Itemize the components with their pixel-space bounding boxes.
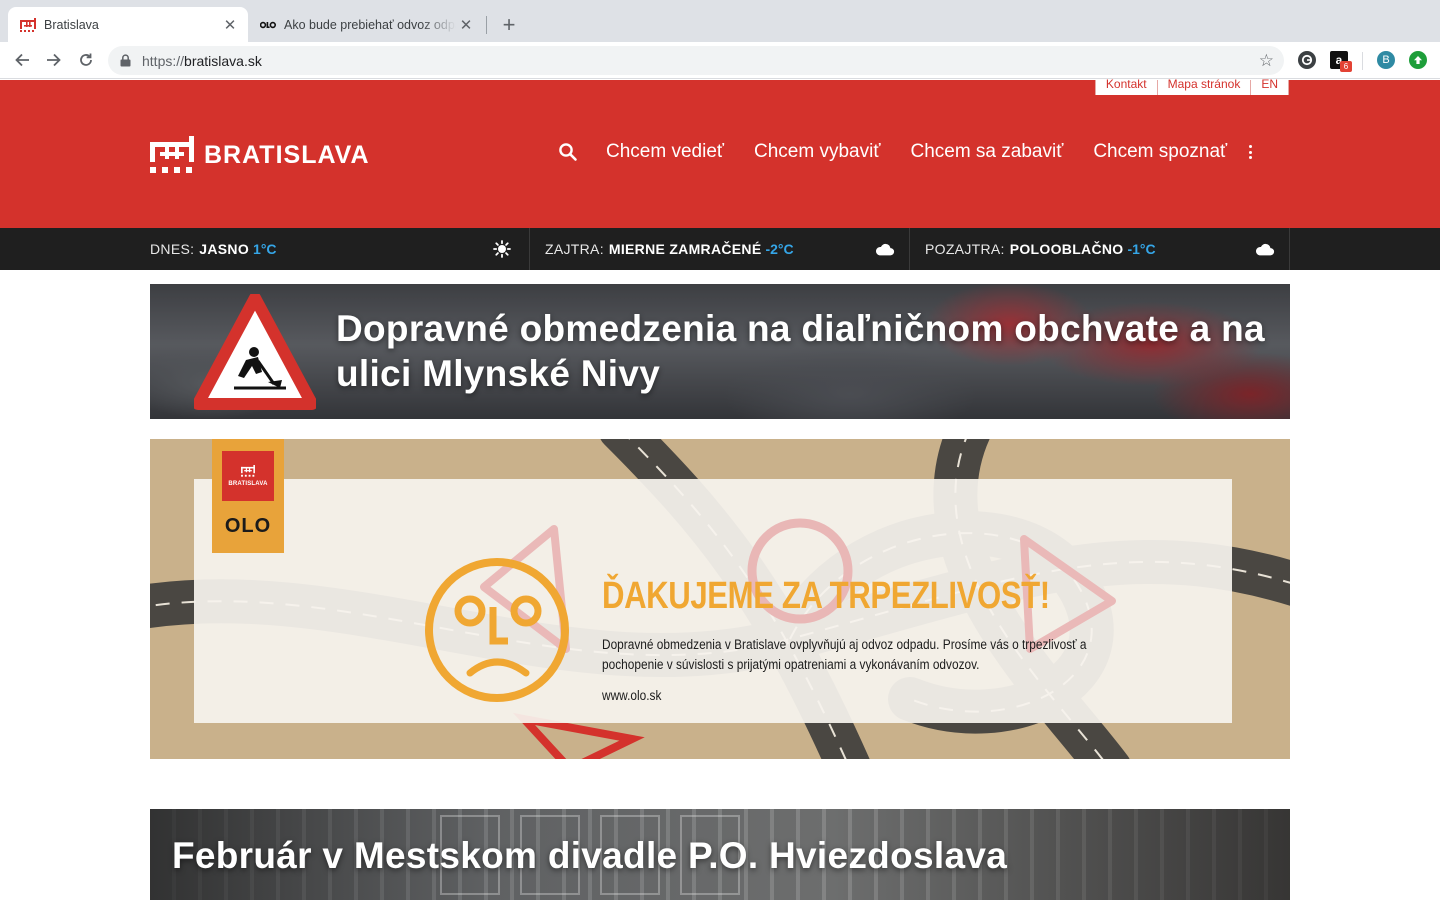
bookmark-star-icon[interactable]: ☆ bbox=[1259, 51, 1274, 71]
url-text: https://bratislava.sk bbox=[142, 52, 262, 69]
olo-favicon-icon bbox=[260, 17, 276, 33]
nav-chcem-vybavit[interactable]: Chcem vybaviť bbox=[754, 141, 880, 163]
weather-condition: JASNO bbox=[199, 241, 250, 257]
roadwork-sign-icon bbox=[194, 294, 316, 410]
link-kontakt[interactable]: Kontakt bbox=[1094, 78, 1157, 95]
weather-divider bbox=[1289, 228, 1290, 270]
olo-url[interactable]: www.olo.sk bbox=[602, 688, 661, 703]
olo-sad-face-icon bbox=[425, 558, 569, 702]
weather-temperature: 1°C bbox=[253, 241, 277, 257]
bratislava-logo-icon bbox=[241, 465, 255, 477]
nav-chcem-spoznat[interactable]: Chcem spoznať bbox=[1093, 141, 1227, 163]
weather-label: POZAJTRA: bbox=[925, 241, 1005, 257]
weather-bar: DNES: JASNO 1°C ZAJTRA: MIERNE ZAMRAČENÉ… bbox=[0, 228, 1440, 270]
nav-chcem-sa-zabavit[interactable]: Chcem sa zabaviť bbox=[910, 141, 1063, 163]
logo-text: BRATISLAVA bbox=[204, 140, 370, 169]
tab-title: Ako bude prebiehať odvoz odpadu bbox=[284, 17, 456, 32]
weather-label: ZAJTRA: bbox=[545, 241, 604, 257]
cloud-icon bbox=[875, 243, 895, 256]
traffic-banner[interactable]: Dopravné obmedzenia na diaľničnom obchva… bbox=[150, 284, 1290, 419]
link-mapa-stranok[interactable]: Mapa stránok bbox=[1156, 78, 1251, 95]
tab-close-icon[interactable]: ✕ bbox=[456, 15, 476, 35]
weather-condition: POLOOBLAČNO bbox=[1009, 241, 1124, 257]
tab-close-icon[interactable]: ✕ bbox=[220, 15, 240, 35]
forward-arrow-icon[interactable] bbox=[42, 48, 66, 72]
new-tab-icon[interactable]: + bbox=[496, 12, 522, 38]
theatre-headline: Február v Mestskom divadle P.O. Hviezdos… bbox=[172, 835, 1008, 876]
lock-icon[interactable] bbox=[120, 54, 132, 68]
olo-message-card: ĎAKUJEME ZA TRPEZLIVOSŤ! Dopravné obmedz… bbox=[194, 479, 1232, 723]
nav-chcem-vediet[interactable]: Chcem vedieť bbox=[606, 141, 724, 163]
grammarly-extension-icon[interactable] bbox=[1298, 51, 1316, 69]
sun-icon bbox=[493, 240, 511, 258]
olo-banner[interactable]: ĎAKUJEME ZA TRPEZLIVOSŤ! Dopravné obmedz… bbox=[150, 439, 1290, 759]
weather-label: DNES: bbox=[150, 241, 195, 257]
weather-today: DNES: JASNO 1°C bbox=[150, 228, 512, 270]
main-navigation: Chcem vedieť Chcem vybaviť Chcem sa zaba… bbox=[558, 141, 1253, 163]
traffic-headline: Dopravné obmedzenia na diaľničnom obchva… bbox=[336, 308, 1265, 394]
bratislava-favicon-icon bbox=[20, 17, 36, 33]
tab-separator bbox=[486, 16, 487, 34]
toolbar-separator bbox=[1362, 52, 1363, 70]
utility-links: Kontakt Mapa stránok EN bbox=[1094, 78, 1289, 95]
olo-title: ĎAKUJEME ZA TRPEZLIVOSŤ! bbox=[602, 575, 1050, 617]
update-arrow-icon[interactable] bbox=[1409, 51, 1427, 69]
browser-toolbar: https://bratislava.sk ☆ a 6 B bbox=[0, 42, 1440, 79]
weather-day-after: POZAJTRA: POLOOBLAČNO -1°C bbox=[925, 228, 1275, 270]
olo-text: Dopravné obmedzenia v Bratislave ovplyvň… bbox=[602, 637, 1087, 672]
theatre-banner[interactable]: Február v Mestskom divadle P.O. Hviezdos… bbox=[150, 809, 1290, 900]
tab-bratislava[interactable]: Bratislava ✕ bbox=[8, 7, 248, 42]
tab-title: Bratislava bbox=[44, 17, 99, 32]
weather-condition: MIERNE ZAMRAČENÉ bbox=[608, 241, 762, 257]
cloud-icon bbox=[1255, 243, 1275, 256]
bratislava-mini-logo: BRATISLAVA bbox=[222, 451, 274, 501]
olo-badge: BRATISLAVA OLO bbox=[212, 439, 284, 553]
weather-temperature: -2°C bbox=[765, 241, 794, 257]
address-bar[interactable]: https://bratislava.sk ☆ bbox=[108, 46, 1284, 75]
amazon-extension-icon[interactable]: a 6 bbox=[1330, 51, 1352, 72]
search-icon[interactable] bbox=[558, 142, 578, 162]
tab-olo[interactable]: Ako bude prebiehať odvoz odpadu ✕ bbox=[248, 7, 484, 42]
olo-brand-text: OLO bbox=[224, 515, 272, 537]
reload-icon[interactable] bbox=[74, 48, 98, 72]
site-header: Kontakt Mapa stránok EN BRATISLAVA Chcem… bbox=[0, 78, 1440, 228]
bratislava-logo[interactable]: BRATISLAVA bbox=[150, 136, 370, 174]
weather-divider bbox=[909, 228, 910, 270]
back-arrow-icon[interactable] bbox=[10, 48, 34, 72]
weather-divider bbox=[529, 228, 530, 270]
extension-badge: 6 bbox=[1340, 61, 1352, 72]
weather-tomorrow: ZAJTRA: MIERNE ZAMRAČENÉ -2°C bbox=[545, 228, 895, 270]
weather-temperature: -1°C bbox=[1127, 241, 1156, 257]
profile-avatar[interactable]: B bbox=[1377, 51, 1395, 69]
badge-city-text: BRATISLAVA bbox=[228, 481, 268, 487]
browser-tabstrip: Bratislava ✕ Ako bude prebiehať odvoz od… bbox=[0, 0, 1440, 42]
bratislava-logo-icon bbox=[150, 136, 194, 173]
more-menu-icon[interactable] bbox=[1247, 143, 1253, 161]
link-en[interactable]: EN bbox=[1250, 78, 1289, 95]
